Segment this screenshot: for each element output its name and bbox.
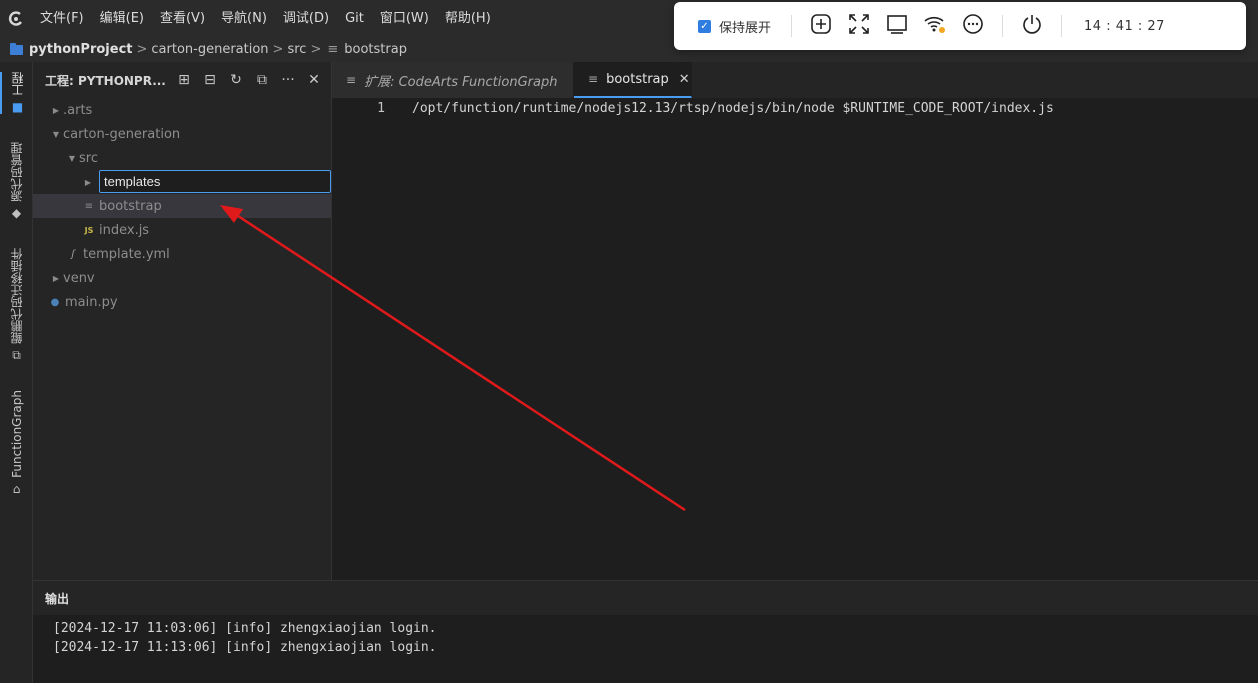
menu-help[interactable]: 帮助(H)	[437, 0, 499, 37]
tree-item[interactable]: ≡ bootstrap	[33, 194, 331, 218]
activity-source-control[interactable]: 源代码管理 ◆	[0, 142, 33, 220]
editor-tabs: ≡ 扩展: CodeArts FunctionGraph ≡ bootstrap…	[332, 62, 1258, 98]
app-logo-icon[interactable]	[0, 0, 32, 37]
keep-expanded-checkbox[interactable]: ✓	[698, 19, 711, 33]
power-icon[interactable]	[1013, 13, 1051, 40]
activity-label: 工程	[11, 72, 25, 96]
tree-item[interactable]: ʃ template.yml	[33, 242, 331, 266]
tree-item-label: index.js	[99, 222, 150, 238]
refresh-icon[interactable]: ↻	[223, 72, 249, 88]
wifi-icon[interactable]	[916, 13, 954, 40]
code-editor[interactable]: 1 /opt/function/runtime/nodejs12.13/rtsp…	[332, 98, 1258, 580]
close-icon[interactable]: ✕	[679, 72, 690, 87]
menu-view[interactable]: 查看(V)	[152, 0, 213, 37]
activity-functiongraph[interactable]: FunctionGraph ⌂	[0, 390, 33, 496]
close-icon[interactable]: ✕	[301, 72, 327, 88]
cloud-icon: ⌂	[12, 481, 21, 496]
output-title: 输出	[33, 581, 1258, 615]
divider	[791, 15, 793, 37]
activity-label: 源代码管理	[10, 142, 24, 202]
activity-project[interactable]: 工程 ■	[0, 72, 33, 114]
menu-edit[interactable]: 编辑(E)	[92, 0, 152, 37]
activity-bar: 工程 ■ 源代码管理 ◆ 鲲鹏代码迁移插件 ⧉ FunctionGraph ⌂	[0, 62, 33, 683]
output-line: [2024-12-17 11:13:06] [info] zhengxiaoji…	[53, 640, 437, 655]
monitor-icon[interactable]	[878, 13, 916, 40]
tree-item[interactable]: JS index.js	[33, 218, 331, 242]
tree-item-label: template.yml	[83, 246, 170, 262]
js-file-icon: JS	[84, 225, 94, 235]
collapse-all-icon[interactable]: ⧉	[249, 72, 275, 88]
plugin-icon: ⧉	[12, 348, 21, 362]
tree-item-label: venv	[63, 270, 95, 286]
menu-window[interactable]: 窗口(W)	[372, 0, 437, 37]
tab-extension-functiongraph[interactable]: ≡ 扩展: CodeArts FunctionGraph	[332, 62, 574, 98]
floating-toolbar: ✓ 保持展开 14 : 41 : 27	[674, 2, 1246, 50]
breadcrumb-root[interactable]: pythonProject	[29, 42, 133, 57]
code-text[interactable]: /opt/function/runtime/nodejs12.13/rtsp/n…	[412, 101, 1054, 116]
folder-icon	[10, 42, 23, 55]
tree-item-label: bootstrap	[99, 198, 162, 214]
rename-input[interactable]	[99, 170, 331, 193]
new-file-icon[interactable]: ⊞	[171, 72, 197, 88]
menu-git[interactable]: Git	[337, 0, 372, 37]
file-tree: ▶ .arts ▼ carton-generation ▼ src ▶ ≡ bo…	[33, 98, 331, 314]
breadcrumb-part[interactable]: bootstrap	[344, 42, 407, 57]
breadcrumb-chevron-icon: >	[310, 42, 322, 57]
tree-item[interactable]: ▼ src	[33, 146, 331, 170]
code-line[interactable]: 1 /opt/function/runtime/nodejs12.13/rtsp…	[332, 98, 1054, 118]
tree-item-label: carton-generation	[63, 126, 181, 142]
tab-label: 扩展: CodeArts FunctionGraph	[364, 74, 558, 90]
text-file-icon: ≡	[346, 73, 357, 87]
tree-item[interactable]: ● main.py	[33, 290, 331, 314]
tree-item[interactable]: ▼ carton-generation	[33, 122, 331, 146]
explorer-sidebar: 工程: PYTHONPR... ⊞ ⊟ ↻ ⧉ ··· ✕ ▶ .arts ▼ …	[33, 62, 332, 580]
menu-debug[interactable]: 调试(D)	[275, 0, 337, 37]
clock-time: 14 : 41 : 27	[1084, 18, 1165, 34]
breadcrumb-part[interactable]: carton-generation	[151, 42, 268, 57]
output-line: [2024-12-17 11:03:06] [info] zhengxiaoji…	[53, 621, 437, 636]
tree-item-label: .arts	[63, 102, 93, 118]
menu-file[interactable]: 文件(F)	[32, 0, 92, 37]
caret-right-icon: ▶	[52, 105, 60, 115]
text-file-icon: ≡	[327, 42, 339, 57]
activity-kunpeng[interactable]: 鲲鹏代码迁移插件 ⧉	[0, 248, 33, 363]
sidebar-header: 工程: PYTHONPR... ⊞ ⊟ ↻ ⧉ ··· ✕	[33, 62, 331, 98]
yml-file-icon: ʃ	[71, 248, 75, 260]
tree-item[interactable]: ▶ .arts	[33, 98, 331, 122]
activity-label: 鲲鹏代码迁移插件	[10, 248, 24, 344]
tab-label: bootstrap	[606, 71, 669, 87]
breadcrumb-chevron-icon: >	[136, 42, 148, 57]
tab-bootstrap[interactable]: ≡ bootstrap ✕	[574, 62, 692, 98]
keep-expanded-label: 保持展开	[719, 20, 772, 36]
more-icon[interactable]	[954, 13, 992, 40]
caret-down-icon: ▼	[52, 129, 60, 139]
activity-label: FunctionGraph	[9, 390, 24, 478]
tree-item-renaming[interactable]: ▶	[33, 170, 331, 194]
tree-item-label: src	[79, 150, 98, 166]
source-control-icon: ◆	[11, 206, 22, 220]
caret-down-icon: ▼	[68, 153, 76, 163]
tree-item-label: main.py	[65, 294, 118, 310]
line-number: 1	[377, 100, 385, 116]
tree-item[interactable]: ▶ venv	[33, 266, 331, 290]
caret-right-icon: ▶	[52, 273, 60, 283]
divider	[1061, 15, 1063, 37]
caret-right-icon: ▶	[84, 177, 92, 187]
add-icon[interactable]	[802, 13, 840, 40]
fullscreen-icon[interactable]	[840, 13, 878, 40]
menu-navigate[interactable]: 导航(N)	[213, 0, 275, 37]
text-file-icon: ≡	[588, 72, 599, 86]
sidebar-title: 工程: PYTHONPR...	[45, 73, 165, 88]
output-panel: 输出 [2024-12-17 11:03:06] [info] zhengxia…	[33, 580, 1258, 683]
breadcrumb-chevron-icon: >	[272, 42, 284, 57]
new-folder-icon[interactable]: ⊟	[197, 72, 223, 88]
text-file-icon: ≡	[84, 200, 94, 212]
breadcrumb-part[interactable]: src	[287, 42, 306, 57]
more-icon[interactable]: ···	[275, 72, 301, 88]
divider	[1002, 15, 1004, 37]
folder-icon: ■	[11, 100, 24, 114]
python-file-icon: ●	[50, 296, 60, 308]
